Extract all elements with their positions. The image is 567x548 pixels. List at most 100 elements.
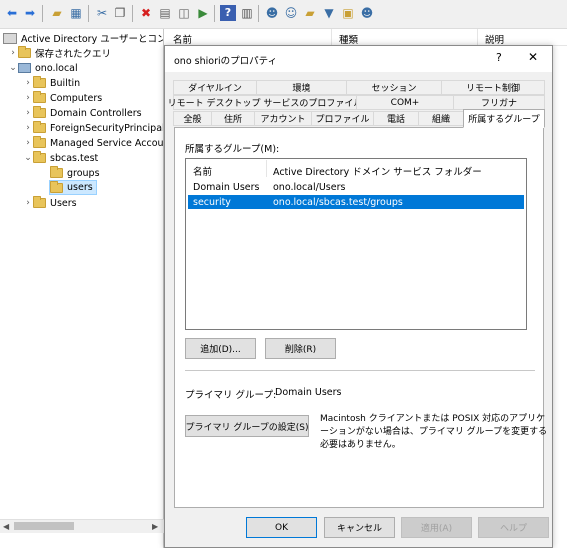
tree-item-users[interactable]: › Users [23,196,77,210]
tab-profile[interactable]: プロファイル [311,111,374,126]
chevron-right-icon[interactable]: › [23,138,33,148]
tree-domain[interactable]: ⌄ ono.local [8,61,77,75]
tree-label: Users [50,197,77,209]
find-icon[interactable]: ▣ [340,5,356,21]
add-to-group-icon[interactable]: ☻ [359,5,375,21]
tab-remote-control[interactable]: リモート制御 [441,80,545,95]
forward-icon[interactable]: ➡ [22,5,38,21]
up-folder-icon[interactable]: ▰ [49,5,65,21]
column-type[interactable]: 種類 [339,32,358,46]
chevron-right-icon[interactable]: › [23,78,33,88]
tab-sessions[interactable]: セッション [346,80,442,95]
tree-label: Managed Service Accounts [50,137,164,149]
copy-icon[interactable]: ❐ [112,5,128,21]
export-icon[interactable]: ▶ [195,5,211,21]
column-divider [266,160,267,177]
properties-icon[interactable]: ▤ [157,5,173,21]
group-row-selected[interactable]: security ono.local/sbcas.test/groups [188,195,524,209]
cancel-button[interactable]: キャンセル [324,517,395,538]
tab-organization[interactable]: 組織 [418,111,464,126]
tree-item-groups[interactable]: groups [50,166,100,180]
primary-group-value: Domain Users [275,387,342,398]
help-icon[interactable]: ? [220,5,236,21]
toolbar-separator [88,5,89,22]
refresh-icon[interactable]: ◫ [176,5,192,21]
add-button[interactable]: 追加(D)... [185,338,256,359]
toolbar-separator [214,5,215,22]
toolbar-separator [132,5,133,22]
chevron-down-icon[interactable]: ⌄ [23,153,33,163]
chevron-down-icon[interactable]: ⌄ [8,63,18,73]
column-divider [477,29,478,46]
set-primary-group-button[interactable]: プライマリ グループの設定(S) [185,415,309,437]
chevron-right-icon[interactable]: › [23,93,33,103]
group-name: Domain Users [193,182,260,193]
column-name[interactable]: 名前 [173,32,192,46]
filter-icon[interactable]: ▼ [321,5,337,21]
tree-saved-queries[interactable]: › 保存されたクエリ [8,46,111,60]
tree-root[interactable]: Active Directory ユーザーとコンピュータ [3,31,163,45]
help-button[interactable]: ? [496,51,502,64]
tree-item-users-selected[interactable]: users [49,180,97,195]
back-icon[interactable]: ⬅ [4,5,20,21]
tree-label: Domain Controllers [50,107,142,119]
tab-dial-in[interactable]: ダイヤルイン [173,80,257,95]
tab-member-of[interactable]: 所属するグループ [463,109,545,128]
properties-dialog: ono shioriのプロパティ ? ✕ ダイヤルイン 環境 セッション リモー… [164,45,553,548]
folder-icon [33,136,46,148]
scrollbar-thumb[interactable] [14,522,74,530]
tree-item-foreign-security-principals[interactable]: › ForeignSecurityPrincipals [23,121,164,135]
tree-item-domain-controllers[interactable]: › Domain Controllers [23,106,142,120]
chevron-right-icon[interactable]: › [8,48,18,58]
close-button[interactable]: ✕ [528,50,538,64]
delete-icon[interactable]: ✖ [138,5,154,21]
tree-label: groups [67,167,100,179]
list-header: 名前 種類 説明 [165,29,567,46]
remove-button[interactable]: 削除(R) [265,338,336,359]
tree-root-label: Active Directory ユーザーとコンピュータ [21,34,163,45]
tree-item-sbcas-test[interactable]: ⌄ sbcas.test [23,151,98,165]
tree-item-builtin[interactable]: › Builtin [23,76,80,90]
tree-label: ForeignSecurityPrincipals [50,122,164,134]
console-tree: Active Directory ユーザーとコンピュータ › 保存されたクエリ … [0,29,164,548]
chevron-right-icon[interactable]: › [23,198,33,208]
ok-button[interactable]: OK [246,517,317,538]
tab-general[interactable]: 全般 [173,111,212,126]
tree-item-computers[interactable]: › Computers [23,91,102,105]
scroll-left-icon[interactable]: ◀ [3,522,9,531]
tab-address[interactable]: 住所 [211,111,255,126]
console-tree-icon[interactable]: ▥ [239,5,255,21]
ou-folder-icon [33,106,46,118]
tab-furigana[interactable]: フリガナ [453,95,545,110]
cut-icon[interactable]: ✂ [94,5,110,21]
primary-group-note-line2: ーションがない場合は、プライマリ グループを変更する [320,427,548,437]
new-user-icon[interactable]: ☻ [264,5,280,21]
column-description[interactable]: 説明 [485,32,504,46]
primary-group-note-line1: Macintosh クライアントまたは POSIX 対応のアプリケ [320,414,546,424]
help-dialog-button[interactable]: ヘルプ [478,517,549,538]
column-header-folder[interactable]: Active Directory ドメイン サービス フォルダー [273,164,482,178]
tab-account[interactable]: アカウント [254,111,312,126]
new-ou-icon[interactable]: ▰ [302,5,318,21]
domain-icon [18,63,31,73]
new-group-icon[interactable]: ☺ [283,5,299,21]
primary-group-label: プライマリ グループ: [185,390,277,401]
folder-icon [18,46,31,58]
ou-folder-icon [50,180,63,193]
group-list[interactable]: 名前 Active Directory ドメイン サービス フォルダー Doma… [185,158,527,330]
tree-item-managed-service-accounts[interactable]: › Managed Service Accounts [23,136,164,150]
chevron-right-icon[interactable]: › [23,108,33,118]
tab-environment[interactable]: 環境 [256,80,347,95]
group-row[interactable]: Domain Users ono.local/Users [188,180,524,194]
chevron-right-icon[interactable]: › [23,123,33,133]
details-view-icon[interactable]: ▦ [68,5,84,21]
tab-rds-profile[interactable]: リモート デスクトップ サービスのプロファイル [168,95,362,110]
apply-button[interactable]: 適用(A) [401,517,472,538]
ou-folder-icon [33,151,46,163]
ou-folder-icon [50,166,63,178]
column-header-name[interactable]: 名前 [193,164,212,178]
tab-telephones[interactable]: 電話 [373,111,419,126]
tree-label: 保存されたクエリ [35,49,112,60]
tab-com-plus[interactable]: COM+ [356,95,454,110]
scroll-right-icon[interactable]: ▶ [152,522,158,531]
